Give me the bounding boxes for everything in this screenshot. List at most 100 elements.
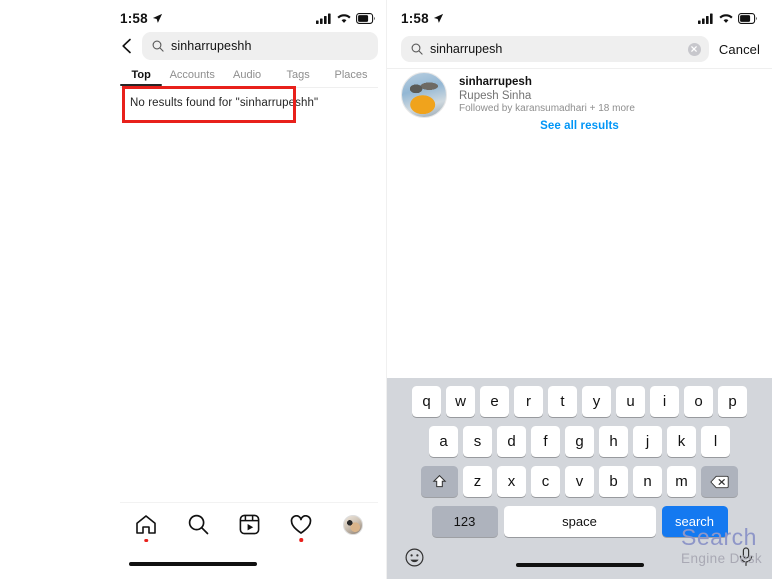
nav-search[interactable] — [188, 514, 209, 535]
right-search-input[interactable]: sinharrupesh — [401, 36, 709, 62]
see-all-results-link[interactable]: See all results — [387, 120, 772, 132]
battery-icon — [356, 12, 375, 24]
key-h[interactable]: h — [599, 426, 628, 457]
location-arrow-icon — [433, 13, 443, 23]
nav-home[interactable] — [135, 514, 157, 542]
cancel-button[interactable]: Cancel — [719, 42, 760, 57]
key-g[interactable]: g — [565, 426, 594, 457]
right-header-divider — [387, 68, 772, 69]
backspace-key[interactable] — [701, 466, 739, 497]
search-icon — [411, 43, 423, 55]
key-f[interactable]: f — [531, 426, 560, 457]
status-clock-group: 1:58 — [120, 11, 163, 26]
avatar — [401, 72, 447, 118]
key-t[interactable]: t — [548, 386, 577, 417]
search-result-row[interactable]: sinharrupesh Rupesh Sinha Followed by ka… — [401, 70, 760, 120]
tab-accounts[interactable]: Accounts — [162, 69, 222, 81]
tab-audio-label: Audio — [233, 69, 262, 81]
status-bar-left: 1:58 — [120, 8, 376, 28]
key-o[interactable]: o — [684, 386, 713, 417]
search-tab-bar: Top Accounts Audio Tags Places — [120, 64, 378, 86]
tab-active-underline — [120, 84, 163, 86]
tab-top-label: Top — [131, 69, 151, 81]
result-followed-by: Followed by karansumadhari + 18 more — [459, 103, 635, 114]
status-bar-right: 1:58 — [401, 8, 758, 28]
left-search-input[interactable]: sinharrupeshh — [142, 32, 378, 60]
left-search-row: sinharrupeshh — [120, 32, 378, 60]
tab-places-label: Places — [334, 69, 368, 81]
cellular-icon — [698, 13, 713, 24]
reels-icon — [239, 514, 260, 535]
key-w[interactable]: w — [446, 386, 475, 417]
key-p[interactable]: p — [718, 386, 747, 417]
close-icon — [691, 46, 698, 52]
result-meta: sinharrupesh Rupesh Sinha Followed by ka… — [459, 76, 635, 114]
battery-icon — [738, 12, 757, 24]
status-icons-right — [698, 12, 758, 24]
key-c[interactable]: c — [531, 466, 560, 497]
key-q[interactable]: q — [412, 386, 441, 417]
screenshot-root: 1:58 sinharrupeshh Top Accounts Audio Ta… — [0, 0, 772, 579]
key-r[interactable]: r — [514, 386, 543, 417]
key-m[interactable]: m — [667, 466, 696, 497]
key-n[interactable]: n — [633, 466, 662, 497]
result-fullname: Rupesh Sinha — [459, 89, 532, 102]
key-x[interactable]: x — [497, 466, 526, 497]
home-indicator-right — [515, 562, 644, 567]
watermark: Search Engine Desk — [681, 523, 762, 567]
result-username: sinharrupesh — [459, 76, 532, 88]
key-b[interactable]: b — [599, 466, 628, 497]
right-search-row: sinharrupesh Cancel — [401, 36, 760, 62]
search-icon — [188, 514, 208, 535]
clear-icon[interactable] — [687, 42, 701, 56]
key-i[interactable]: i — [650, 386, 679, 417]
nav-reels[interactable] — [239, 514, 260, 535]
tab-tags-label: Tags — [286, 69, 310, 81]
wifi-icon — [719, 13, 733, 23]
home-icon — [136, 515, 156, 534]
tab-audio[interactable]: Audio — [222, 69, 272, 81]
avatar — [342, 514, 363, 535]
nav-activity[interactable] — [290, 514, 312, 542]
right-search-value: sinharrupesh — [430, 42, 503, 56]
space-key[interactable]: space — [503, 506, 656, 537]
search-icon — [152, 40, 164, 52]
key-v[interactable]: v — [565, 466, 594, 497]
nav-profile[interactable] — [342, 514, 363, 535]
key-z[interactable]: z — [463, 466, 492, 497]
backspace-icon — [710, 475, 729, 488]
activity-badge-dot — [299, 538, 304, 542]
tab-bar-divider — [120, 87, 378, 88]
key-e[interactable]: e — [480, 386, 509, 417]
keyboard-row-1: q w e r t y u i o p — [387, 386, 772, 417]
key-u[interactable]: u — [616, 386, 645, 417]
no-results-message: No results found for "sinharrupeshh" — [130, 97, 319, 109]
tab-accounts-label: Accounts — [169, 69, 215, 81]
numbers-key[interactable]: 123 — [431, 506, 498, 537]
tab-places[interactable]: Places — [324, 69, 378, 81]
cellular-icon — [316, 13, 331, 24]
key-y[interactable]: y — [582, 386, 611, 417]
home-indicator-left — [129, 561, 257, 566]
keyboard-row-2: a s d f g h j k l — [387, 426, 772, 457]
key-j[interactable]: j — [633, 426, 662, 457]
back-chevron-icon[interactable] — [120, 38, 134, 54]
emoji-key[interactable] — [405, 548, 424, 572]
left-search-value: sinharrupeshh — [171, 39, 252, 53]
tab-top[interactable]: Top — [120, 69, 163, 86]
key-s[interactable]: s — [463, 426, 492, 457]
wifi-icon — [337, 13, 351, 23]
key-k[interactable]: k — [667, 426, 696, 457]
key-d[interactable]: d — [497, 426, 526, 457]
status-time: 1:58 — [120, 10, 148, 26]
left-phone-panel: 1:58 sinharrupeshh Top Accounts Audio Ta… — [0, 0, 386, 579]
key-a[interactable]: a — [429, 426, 458, 457]
shift-icon — [432, 474, 447, 488]
tab-tags[interactable]: Tags — [272, 69, 324, 81]
right-phone-panel: 1:58 sinharrupesh Cancel sinharrupesh Ru… — [386, 0, 772, 579]
keyboard-row-3: z x c v b n m — [387, 466, 772, 497]
key-l[interactable]: l — [701, 426, 730, 457]
watermark-line-1: Search — [681, 523, 757, 550]
heart-icon — [291, 514, 312, 534]
shift-key[interactable] — [420, 466, 458, 497]
